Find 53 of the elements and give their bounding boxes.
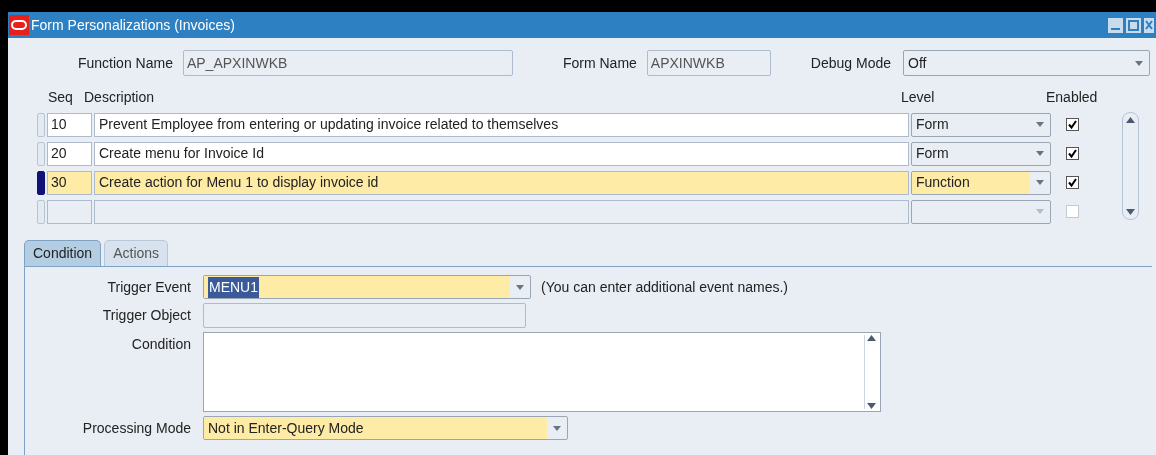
dropdown-caret-icon (1036, 151, 1044, 156)
column-header: Description (84, 88, 156, 107)
scroll-down-icon[interactable] (1126, 209, 1136, 215)
level-dropdown[interactable]: Function (911, 170, 1051, 195)
level-dropdown[interactable]: Form (911, 112, 1051, 137)
processing-mode-dropdown[interactable]: Not in Enter-Query Mode (203, 416, 568, 440)
seq-field[interactable]: 20 (47, 141, 92, 166)
seq-field[interactable] (47, 199, 92, 224)
description-field[interactable]: Create action for Menu 1 to display invoice id (94, 170, 909, 195)
minimize-icon[interactable] (1108, 17, 1123, 33)
enabled-checkbox[interactable] (1065, 176, 1079, 189)
dropdown-caret-icon (1036, 180, 1044, 185)
enabled-checkbox[interactable] (1065, 118, 1079, 131)
column-header: Level (901, 88, 936, 107)
oracle-logo-icon (9, 15, 29, 35)
dropdown-caret-icon (1036, 122, 1044, 127)
field-label: Form Name (562, 53, 637, 73)
tab[interactable]: Actions (104, 240, 169, 266)
field-label: Trigger Object (101, 306, 191, 325)
enabled-checkbox[interactable] (1065, 147, 1079, 160)
scrollbar[interactable] (1122, 112, 1140, 220)
level-dropdown[interactable] (911, 199, 1051, 224)
seq-field[interactable]: 30 (47, 170, 92, 195)
description-field[interactable] (94, 199, 909, 224)
description-field[interactable]: Create menu for Invoice Id (94, 141, 909, 166)
dropdown-caret-icon (1135, 60, 1143, 66)
field-label: Debug Mode (810, 53, 891, 73)
tab[interactable]: Condition (24, 240, 102, 266)
dropdown-caret-icon (516, 284, 524, 290)
level-dropdown[interactable]: Form (911, 141, 1051, 166)
column-header: Seq (47, 88, 74, 107)
window-title: Form Personalizations (Invoices) (31, 15, 236, 35)
field-label: Processing Mode (81, 418, 191, 438)
form-name-field[interactable]: APXINWKB (646, 50, 771, 76)
scroll-up-icon[interactable] (1126, 117, 1136, 123)
field-label: Function Name (78, 53, 173, 73)
function-name-field[interactable]: AP_APXINWKB (182, 50, 513, 76)
hint-text: (You can enter additional event names.) (541, 277, 788, 297)
field-label: Trigger Event (106, 277, 191, 297)
field-label: Condition (130, 335, 191, 354)
dropdown-caret-icon (1036, 209, 1044, 214)
trigger-event-dropdown[interactable]: MENU1 (203, 275, 531, 299)
maximize-icon[interactable] (1126, 17, 1141, 33)
trigger-object-field[interactable] (203, 303, 526, 328)
debug-mode-dropdown[interactable]: Off (903, 50, 1150, 76)
dropdown-caret-icon (553, 425, 561, 431)
column-header: Enabled (1046, 88, 1098, 107)
close-icon[interactable] (1144, 17, 1154, 33)
row-selector[interactable] (37, 170, 45, 195)
scroll-up-icon[interactable] (867, 335, 876, 341)
description-field[interactable]: Prevent Employee from entering or updating invoice related to themselves (94, 112, 909, 137)
scroll-down-icon[interactable] (867, 403, 876, 409)
seq-field[interactable]: 10 (47, 112, 92, 137)
